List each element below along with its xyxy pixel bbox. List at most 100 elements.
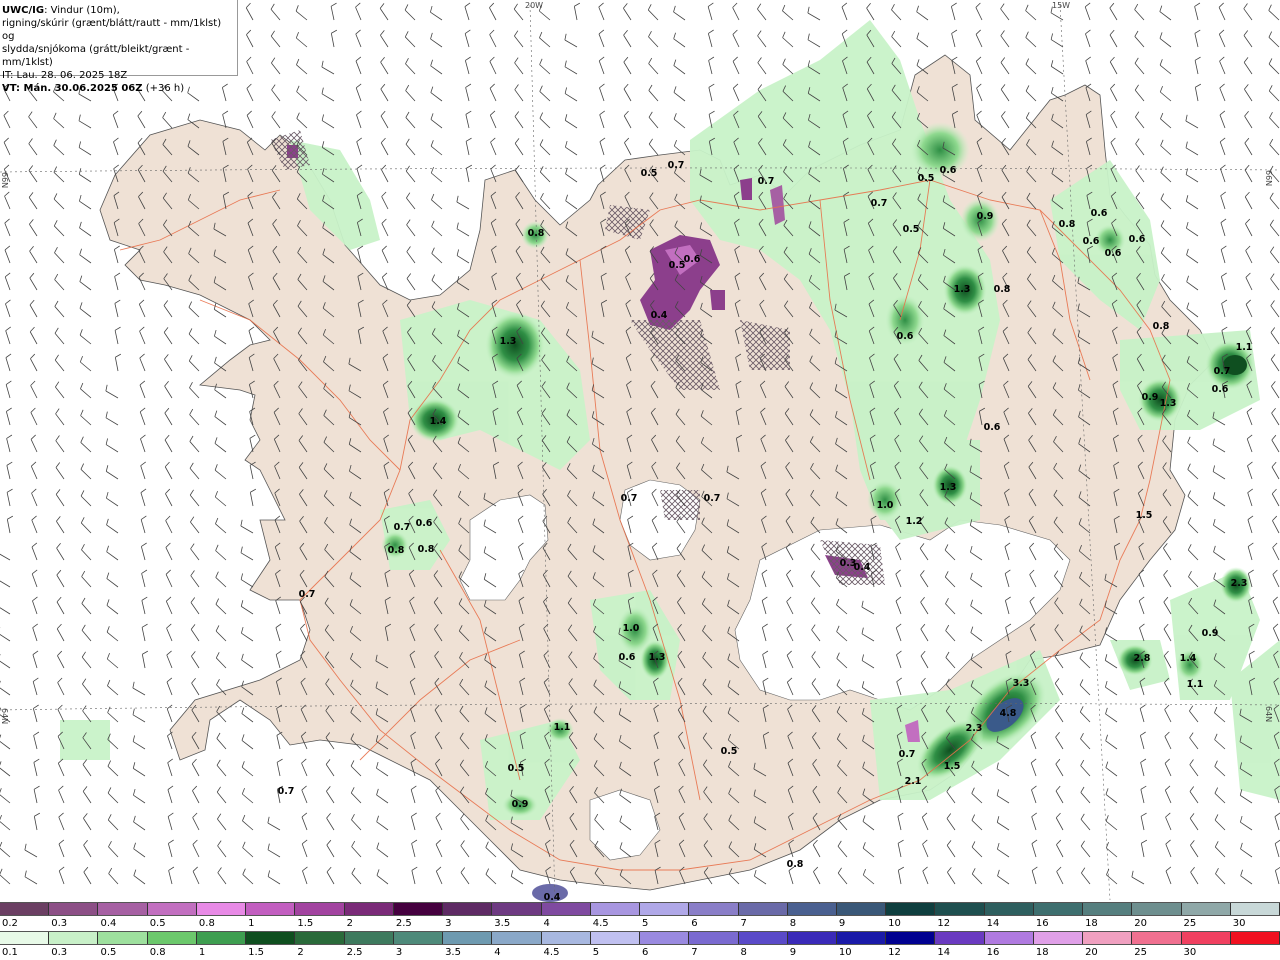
precip-value: 0.6 <box>619 652 636 663</box>
precip-value: 0.4 <box>651 310 668 321</box>
colorbar-label: 3.5 <box>445 947 461 958</box>
colorbar-swatch <box>640 932 690 944</box>
model-name: UWC/IG <box>2 5 45 16</box>
precip-value: 0.8 <box>994 284 1011 295</box>
precip-value: 0.9 <box>1142 392 1159 403</box>
precip-value: 0.6 <box>1091 208 1108 219</box>
precip-value: 0.5 <box>641 168 658 179</box>
colorbar-swatch <box>295 903 345 915</box>
colorbar-swatch <box>836 903 887 915</box>
colorbar-swatch <box>590 932 641 944</box>
precip-value: 0.6 <box>416 518 433 529</box>
colorbar-swatch <box>984 932 1034 944</box>
header-line3: slydda/snjókoma (grátt/bleikt/grænt - mm… <box>2 44 190 68</box>
precip-value: 0.8 <box>388 545 405 556</box>
colorbar-label: 1.5 <box>248 947 265 958</box>
precip-value: 0.8 <box>1153 321 1170 332</box>
precip-value: 1.3 <box>649 652 666 663</box>
colorbar-swatch <box>1132 903 1182 915</box>
precip-value: 1.3 <box>940 482 957 493</box>
colorbar-label: 4.5 <box>592 918 609 929</box>
colorbar-label: 8 <box>789 918 797 929</box>
colorbar-swatch <box>886 903 936 915</box>
precip-value: 0.5 <box>903 224 920 235</box>
colorbar-swatch <box>1083 903 1133 915</box>
precip-value: 2.3 <box>1231 578 1248 589</box>
colorbar-label: 2 <box>346 918 353 929</box>
precip-value: 2.8 <box>1134 653 1151 664</box>
precip-value: 0.8 <box>418 544 435 555</box>
colorbar-swatch <box>541 932 591 944</box>
precip-value: 0.6 <box>1129 234 1146 245</box>
colorbar-swatch <box>984 903 1034 915</box>
precip-value: 0.8 <box>528 228 545 239</box>
precip-value: 0.4 <box>544 892 561 902</box>
colorbar-swatch <box>443 903 493 915</box>
colorbar-label: 0.1 <box>2 947 18 958</box>
colorbar-label: 3 <box>445 918 452 929</box>
colorbar-swatch <box>738 932 788 944</box>
precip-value: 1.4 <box>1180 653 1197 664</box>
colorbar-swatch <box>640 903 690 915</box>
lon-label-15w: 15W <box>1052 1 1070 10</box>
colorbar-label: 20 <box>1085 947 1098 958</box>
colorbar-label: 25 <box>1183 918 1197 929</box>
colorbar-swatch <box>787 932 837 944</box>
colorbar-label: 4 <box>494 947 501 958</box>
precip-value: 0.4 <box>854 562 871 573</box>
colorbar-label: 2 <box>297 947 304 958</box>
precip-value: 0.6 <box>984 422 1001 433</box>
colorbar-swatch <box>492 932 542 944</box>
colorbar-label: 6 <box>642 947 649 958</box>
colorbar-label: 2.5 <box>395 918 412 929</box>
colorbar-label: 14 <box>986 918 1000 929</box>
colorbar-swatch <box>49 932 99 944</box>
weather-map: 20W 15W 66N 66N 64N 64N 0.8 0.5 0.7 0.7 0.5 0… <box>0 0 1280 902</box>
colorbar-label: 0.2 <box>2 918 18 929</box>
precip-value: 0.9 <box>512 799 529 810</box>
colorbar-swatch <box>344 932 394 944</box>
colorbar-label: 1 <box>198 947 206 958</box>
colorbar-swatch <box>196 903 247 915</box>
colorbar-swatch <box>196 932 247 944</box>
colorbar-label: 18 <box>1035 947 1049 958</box>
colorbar-label: 0.5 <box>149 918 166 929</box>
colorbar-label: 0.3 <box>51 918 68 929</box>
precip-value: 0.7 <box>621 493 638 504</box>
precip-value: 1.1 <box>1187 679 1204 690</box>
colorbar-swatch <box>738 903 788 915</box>
colorbar-swatch <box>1033 932 1084 944</box>
colorbar-label: 10 <box>888 918 901 929</box>
precip-value: 0.7 <box>299 589 316 600</box>
precip-value: 0.9 <box>977 211 994 222</box>
colorbar-swatch <box>0 903 50 915</box>
colorbar-label: 5 <box>592 947 600 958</box>
colorbar-label: 12 <box>937 918 951 929</box>
colorbar-label: 18 <box>1085 918 1098 929</box>
colorbar-label: 4 <box>543 918 550 929</box>
precip-value: 1.3 <box>1160 398 1177 409</box>
precip-value: 0.6 <box>897 331 914 342</box>
colorbar-swatch <box>147 903 197 915</box>
colorbar-label: 25 <box>1134 947 1148 958</box>
colorbar-label: 9 <box>789 947 797 958</box>
precip-value: 1.1 <box>1236 342 1253 353</box>
colorbar-label: 0.8 <box>149 947 166 958</box>
precip-value: 0.7 <box>871 198 888 209</box>
colorbar-swatch <box>1181 932 1231 944</box>
precip-value: 4.8 <box>1000 708 1017 719</box>
colorbar-swatch <box>246 932 296 944</box>
init-time: IT: Lau. 28. 06. 2025 18Z <box>2 70 128 81</box>
precip-value: 1.2 <box>906 516 923 527</box>
precip-value: 1.5 <box>1136 510 1153 521</box>
colorbar-swatch <box>689 903 739 915</box>
colorbar-swatch <box>935 932 985 944</box>
colorbar-swatch <box>1230 932 1280 944</box>
precip-value: 3.3 <box>1013 678 1030 689</box>
colorbar-label: 0.3 <box>51 947 68 958</box>
colorbar-rain <box>0 931 1280 945</box>
colorbar-label: 0.8 <box>198 918 215 929</box>
colorbar-label: 16 <box>1035 918 1049 929</box>
colorbar-swatch <box>295 932 345 944</box>
precip-value: 0.6 <box>1212 384 1229 395</box>
